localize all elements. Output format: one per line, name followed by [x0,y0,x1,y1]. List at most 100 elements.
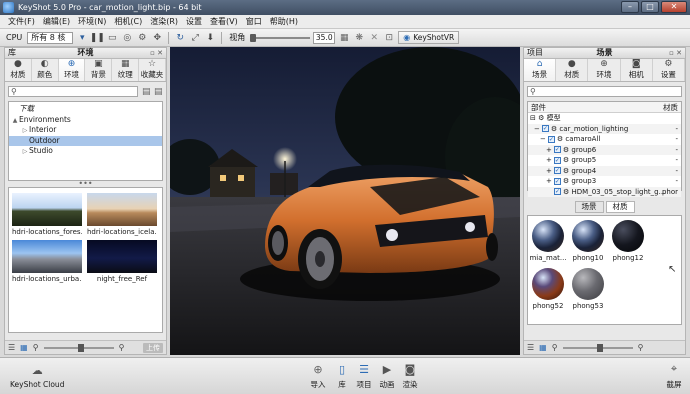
pause-icon[interactable]: ❚❚ [90,32,105,44]
zoom-in-icon[interactable]: ⚲ [638,343,644,352]
tab-settings[interactable]: ⚙ 设置 [653,59,686,81]
render-button[interactable]: ◙ 渲染 [398,361,422,390]
chevron-down-icon[interactable]: ▾ [76,32,88,44]
expand-icon[interactable]: + [546,146,552,154]
visibility-checkbox[interactable]: ✓ [553,146,561,153]
expand-arrow-icon[interactable]: ▷ [21,147,29,158]
screenshot-button[interactable]: ⌖ 截屏 [662,361,686,390]
collapse-icon[interactable]: ⊟ [530,114,536,122]
close-button[interactable]: ✕ [661,1,687,13]
scene-node-group4[interactable]: + ✓ ⚙ group4 - [528,165,681,176]
tab-backplates[interactable]: ▣ 背景 [85,59,113,81]
import-button[interactable]: ⊕ 导入 [306,361,330,390]
menu-file[interactable]: 文件(F) [4,16,39,27]
add-folder-icon[interactable]: ▤ [154,87,163,97]
collapse-arrow-icon[interactable]: ▲ [11,116,19,127]
visibility-checkbox[interactable]: ✓ [547,135,555,143]
tab-environments[interactable]: ⊕ 环境 [58,59,86,81]
tab-camera[interactable]: ◙ 相机 [621,59,653,81]
zoom-out-icon[interactable]: ⚲ [552,343,558,352]
tree-item-studio[interactable]: ▷ Studio [9,146,162,157]
material-thumbnail[interactable] [572,268,604,300]
visibility-checkbox[interactable]: ✓ [553,167,561,174]
subtab-materials[interactable]: 材质 [605,201,635,213]
folder-icon[interactable]: ▤ [142,87,151,97]
material-thumbnail[interactable] [532,220,564,252]
thumbnail-size-slider[interactable] [43,343,114,352]
expand-icon[interactable]: + [546,167,552,175]
fov-input[interactable]: 35.0 [313,31,336,44]
collapse-icon[interactable]: − [534,125,540,133]
project-search-input[interactable]: ⚲ [527,86,682,97]
tree-item-environments[interactable]: ▲ Environments [9,115,162,126]
material-thumbnail[interactable] [572,220,604,252]
visibility-checkbox[interactable]: ✓ [553,177,561,185]
tab-favorites[interactable]: ☆ 收藏夹 [139,59,166,81]
geometry-tools-icon[interactable]: ✕ [368,32,380,44]
keyshotvr-button[interactable]: ◉ KeyShotVR [398,31,460,44]
scene-node-group3[interactable]: + ✓ ⚙ group3 - [528,176,681,187]
material-thumbnail[interactable] [532,268,564,300]
tab-textures[interactable]: ▦ 纹理 [112,59,140,81]
visibility-checkbox[interactable]: ✓ [554,188,561,195]
keyframe-icon[interactable]: ⊡ [383,32,395,44]
keyshot-cloud-button[interactable]: ☁ KeyShot Cloud [10,362,64,390]
library-search-input[interactable]: ⚲ [8,86,138,97]
fov-slider[interactable] [250,33,311,42]
fit-view-icon[interactable]: ⤢ [189,32,201,44]
env-thumbnail[interactable]: night_free_Ref [87,240,157,283]
fov-slider-handle[interactable] [250,33,257,42]
tab-materials[interactable]: ● 材质 [5,59,32,81]
project-button[interactable]: ☰ 项目 [352,361,376,390]
render-viewport[interactable] [170,47,520,355]
expand-arrow-icon[interactable]: ▷ [21,126,29,137]
reset-camera-icon[interactable]: ↻ [174,32,186,44]
maximize-button[interactable]: □ [641,1,659,13]
turntable-icon[interactable]: ◎ [121,32,133,44]
scene-node-models[interactable]: ⊟ ⚙ 模型 [528,113,681,124]
tab-colors[interactable]: ◐ 颜色 [32,59,59,81]
panel-float-close-icon[interactable]: ▫ ✕ [669,48,682,58]
scene-node-group6[interactable]: + ✓ ⚙ group6 - [528,144,681,155]
scene-node-car-motion-lighting[interactable]: − ✓ ⚙ car_motion_lighting - [528,123,681,134]
scene-node-camaroall[interactable]: − ✓ ⚙ camaroAll - [528,134,681,145]
menu-view[interactable]: 查看(V) [206,16,242,27]
import-down-icon[interactable]: ⬇ [204,32,216,44]
menu-edit[interactable]: 编辑(E) [39,16,74,27]
slider-handle[interactable] [77,343,84,352]
region-render-icon[interactable]: ▭ [106,32,118,44]
panel-float-close-icon[interactable]: ▫ ✕ [150,48,163,58]
menu-help[interactable]: 帮助(H) [266,16,302,27]
camera-move-icon[interactable]: ✥ [151,32,163,44]
upload-button[interactable]: 上传 [143,342,163,353]
performance-mode-icon[interactable]: ⚙ [136,32,148,44]
grid-view-icon[interactable]: ▦ [539,343,547,352]
menu-camera[interactable]: 相机(C) [110,16,146,27]
tab-materials[interactable]: ● 材质 [556,59,589,81]
collapse-icon[interactable]: − [540,135,546,143]
tree-item-outdoor[interactable]: Outdoor [9,135,162,146]
list-view-icon[interactable]: ☰ [8,343,15,352]
menu-render[interactable]: 渲染(R) [146,16,182,27]
zoom-out-icon[interactable]: ⚲ [33,343,39,352]
visibility-checkbox[interactable]: ✓ [541,125,549,132]
scene-node-stop-light[interactable]: ✓ ⚙ HDM_03_05_stop_light_g... phor [528,186,681,197]
tab-scene[interactable]: ⌂ 场景 [524,59,557,81]
menu-environment[interactable]: 环境(N) [74,16,110,27]
tree-item-interior[interactable]: ▷ Interior [9,125,162,136]
env-thumbnail[interactable]: hdri-locations_urba... [12,240,82,283]
subtab-scene[interactable]: 场景 [574,201,604,213]
thumbnail-size-slider[interactable] [562,343,633,352]
env-thumbnail[interactable]: hdri-locations_icela... [87,193,157,236]
library-button[interactable]: ▯ 库 [330,361,354,390]
menu-window[interactable]: 窗口 [242,16,266,27]
visibility-checkbox[interactable]: ✓ [553,156,561,164]
tree-item-downloads[interactable]: 下载 [9,104,162,115]
list-view-icon[interactable]: ☰ [527,343,534,352]
material-graph-icon[interactable]: ❋ [353,32,365,44]
cpu-cores-select[interactable]: 所有 8 核 [27,31,74,44]
material-thumbnail[interactable] [612,220,644,252]
env-thumbnail[interactable]: hdri-locations_fores... [12,193,82,236]
animation-button[interactable]: ▶ 动画 [375,361,399,390]
expand-icon[interactable]: + [546,156,552,164]
